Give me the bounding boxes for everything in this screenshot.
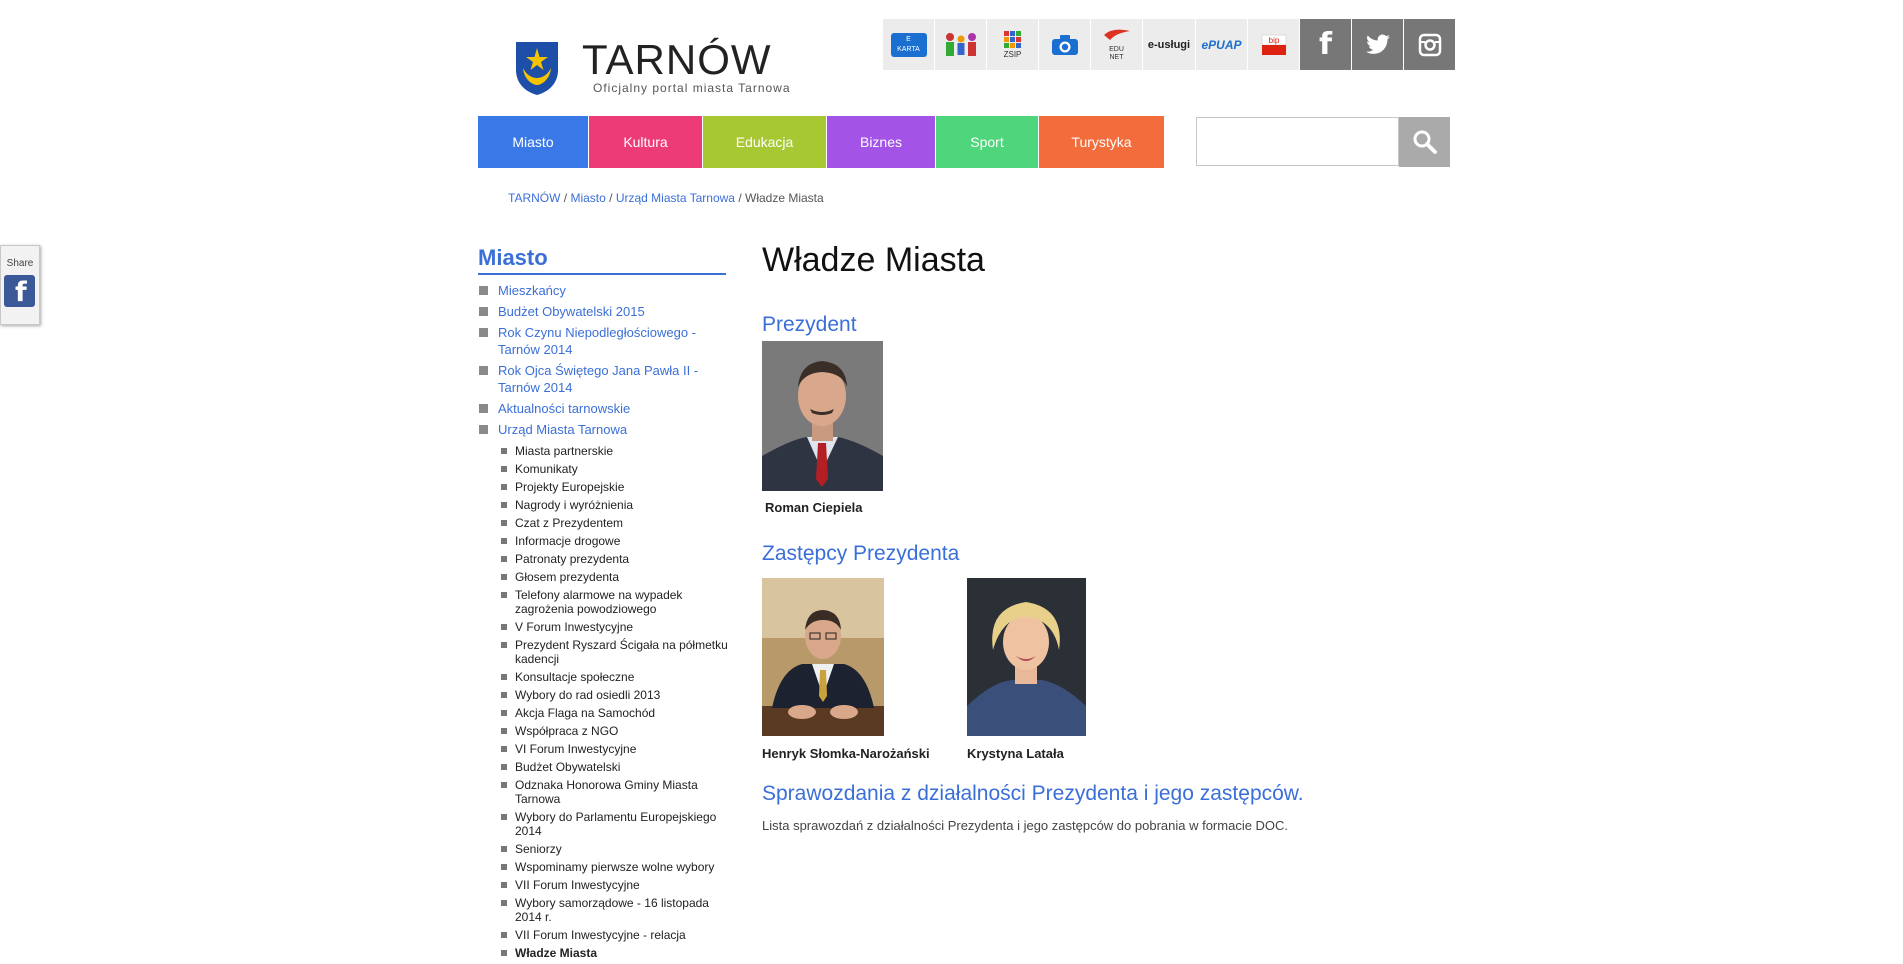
sidebar-subitem[interactable]: Patronaty prezydenta xyxy=(499,552,729,566)
sidebar-subitem[interactable]: VII Forum Inwestycyjne - relacja xyxy=(499,928,729,942)
sidebar-subitem[interactable]: Informacje drogowe xyxy=(499,534,729,548)
sidebar-subitem[interactable]: Projekty Europejskie xyxy=(499,480,729,494)
sidebar-subitem[interactable]: Odznaka Honorowa Gminy Miasta Tarnowa xyxy=(499,778,729,806)
sidebar-subitem[interactable]: Wybory do Parlamentu Europejskiego 2014 xyxy=(499,810,729,838)
bip-icon[interactable]: bip xyxy=(1248,19,1299,70)
sidebar-item-active-section[interactable]: Urząd Miasta Tarnowa xyxy=(478,421,728,438)
nav-item-miasto[interactable]: Miasto xyxy=(478,116,588,168)
epuap-icon[interactable]: ePUAP xyxy=(1196,19,1247,70)
reports-description: Lista sprawozdań z działalności Prezyden… xyxy=(762,818,1289,833)
sidebar-subitem[interactable]: Głosem prezydenta xyxy=(499,570,729,584)
facebook-icon[interactable]: f xyxy=(1300,19,1351,70)
share-widget: Share f xyxy=(0,245,40,325)
page-title: Władze Miasta xyxy=(762,241,985,279)
sidebar-subitem[interactable]: Nagrody i wyróżnienia xyxy=(499,498,729,512)
section-heading-deputies: Zastępcy Prezydenta xyxy=(762,542,960,565)
search-input[interactable] xyxy=(1196,117,1399,166)
sidebar-subitem[interactable]: Budżet Obywatelski xyxy=(499,760,729,774)
sidebar-subitem[interactable]: Komunikaty xyxy=(499,462,729,476)
edu-net-icon[interactable]: EDU NET xyxy=(1091,19,1142,70)
deputy-photo-latala xyxy=(967,578,1086,736)
sidebar-subitem[interactable]: VI Forum Inwestycyjne xyxy=(499,742,729,756)
sidebar-subitem[interactable]: Wybory samorządowe - 16 listopada 2014 r… xyxy=(499,896,729,924)
nav-item-kultura[interactable]: Kultura xyxy=(589,116,702,168)
sidebar-subitem[interactable]: Akcja Flaga na Samochód xyxy=(499,706,729,720)
breadcrumb: TARNÓW / Miasto / Urząd Miasta Tarnowa /… xyxy=(508,191,824,205)
nav-item-sport[interactable]: Sport xyxy=(936,116,1038,168)
search-icon xyxy=(1413,130,1437,154)
site-title[interactable]: TARNÓW xyxy=(582,36,772,84)
tarnow-coat-of-arms-logo[interactable] xyxy=(514,38,560,96)
sidebar-item[interactable]: Rok Czynu Niepodległościowego - Tarnów 2… xyxy=(478,324,728,358)
section-heading-president: Prezydent xyxy=(762,313,857,336)
family-icon[interactable] xyxy=(935,19,986,70)
sidebar-title[interactable]: Miasto xyxy=(478,245,726,275)
site-subtitle: Oficjalny portal miasta Tarnowa xyxy=(593,81,791,95)
president-photo xyxy=(762,341,883,491)
instagram-icon[interactable] xyxy=(1404,19,1455,70)
nav-item-edukacja[interactable]: Edukacja xyxy=(703,116,826,168)
camera-icon[interactable] xyxy=(1039,19,1090,70)
sidebar-subitem[interactable]: Czat z Prezydentem xyxy=(499,516,729,530)
section-heading-reports[interactable]: Sprawozdania z działalności Prezydenta i… xyxy=(762,782,1304,806)
breadcrumb-separator: / xyxy=(605,191,616,205)
facebook-share-icon[interactable]: f xyxy=(4,275,35,308)
sidebar-subitem[interactable]: Seniorzy xyxy=(499,842,729,856)
breadcrumb-separator: / xyxy=(560,191,571,205)
breadcrumb-link-miasto[interactable]: Miasto xyxy=(570,191,605,205)
sidebar-submenu: Miasta partnerskie Komunikaty Projekty E… xyxy=(499,444,729,964)
zsip-icon[interactable]: ZSIP xyxy=(987,19,1038,70)
service-icons-bar: E KARTA ZSIP EDU NET e-usługi ePUAP bip … xyxy=(883,19,1456,70)
sidebar-subitem-current[interactable]: Władze Miasta xyxy=(499,946,729,960)
sidebar-item[interactable]: Rok Ojca Świętego Jana Pawła II - Tarnów… xyxy=(478,362,728,396)
sidebar-subitem[interactable]: Wspominamy pierwsze wolne wybory xyxy=(499,860,729,874)
sidebar-subitem[interactable]: Współpraca z NGO xyxy=(499,724,729,738)
e-uslugi-icon[interactable]: e-usługi xyxy=(1143,19,1195,70)
breadcrumb-separator: / xyxy=(734,191,745,205)
deputy-name: Henryk Słomka-Narożański xyxy=(762,746,930,761)
svg-text:bip: bip xyxy=(1268,36,1279,45)
share-label: Share xyxy=(6,258,34,269)
president-name: Roman Ciepiela xyxy=(765,500,863,515)
breadcrumb-current: Władze Miasta xyxy=(745,191,824,205)
breadcrumb-link-tarnow[interactable]: TARNÓW xyxy=(508,191,560,205)
sidebar-item[interactable]: Mieszkańcy xyxy=(478,282,728,299)
main-navigation: Miasto Kultura Edukacja Biznes Sport Tur… xyxy=(478,116,1164,168)
search-button[interactable] xyxy=(1399,117,1450,167)
sidebar-subitem[interactable]: Konsultacje społeczne xyxy=(499,670,729,684)
sidebar-item[interactable]: Budżet Obywatelski 2015 xyxy=(478,303,728,320)
sidebar-subitem[interactable]: VII Forum Inwestycyjne xyxy=(499,878,729,892)
sidebar-subitem[interactable]: Wybory do rad osiedli 2013 xyxy=(499,688,729,702)
sidebar-subitem[interactable]: Miasta partnerskie xyxy=(499,444,729,458)
nav-item-biznes[interactable]: Biznes xyxy=(827,116,935,168)
sidebar-subitem[interactable]: V Forum Inwestycyjne xyxy=(499,620,729,634)
nav-item-turystyka[interactable]: Turystyka xyxy=(1039,116,1164,168)
breadcrumb-link-urzad[interactable]: Urząd Miasta Tarnowa xyxy=(616,191,735,205)
sidebar-menu: Mieszkańcy Budżet Obywatelski 2015 Rok C… xyxy=(478,282,728,442)
twitter-icon[interactable] xyxy=(1352,19,1403,70)
sidebar-subitem[interactable]: Prezydent Ryszard Ścigała na półmetku ka… xyxy=(499,638,729,666)
sidebar-subitem[interactable]: Telefony alarmowe na wypadek zagrożenia … xyxy=(499,588,729,616)
deputy-photo-slomka xyxy=(762,578,884,736)
sidebar-item[interactable]: Aktualności tarnowskie xyxy=(478,400,728,417)
e-karta-icon[interactable]: E KARTA xyxy=(883,19,934,70)
deputy-name: Krystyna Latała xyxy=(967,746,1064,761)
